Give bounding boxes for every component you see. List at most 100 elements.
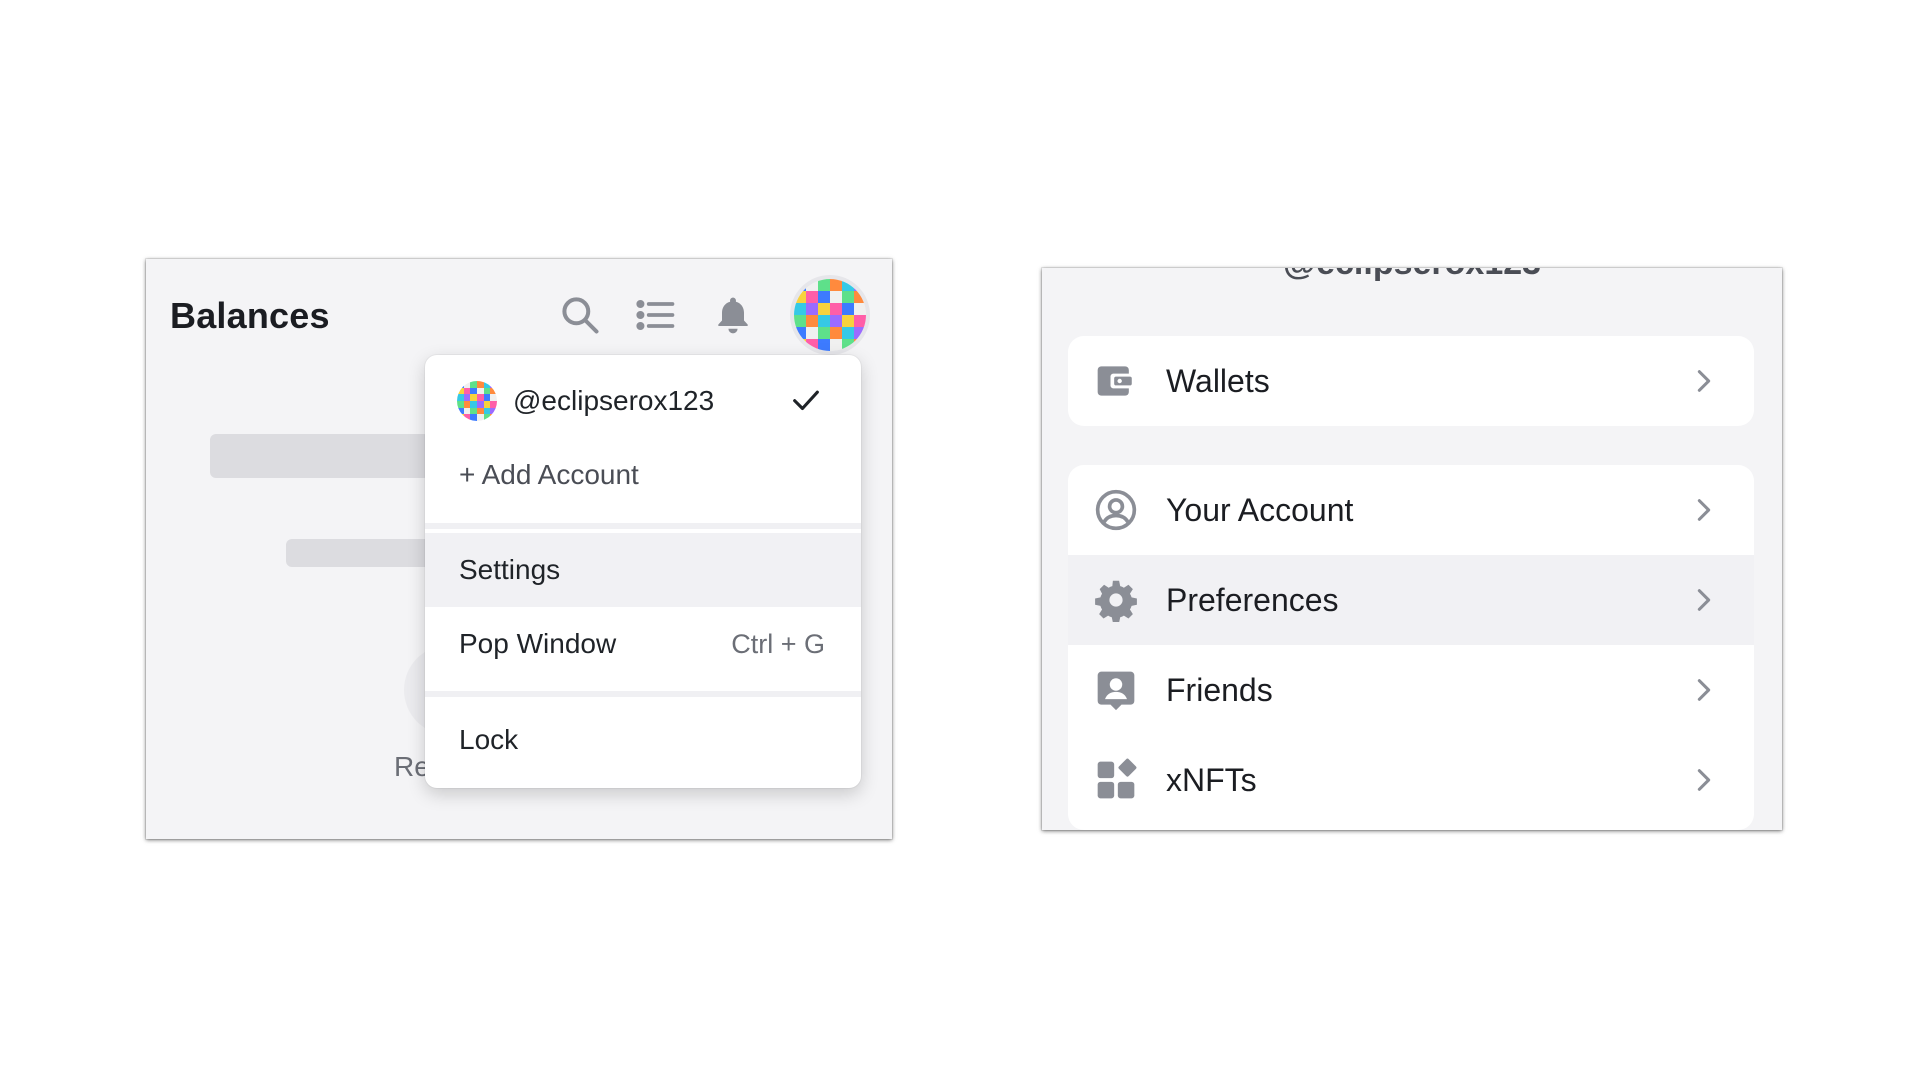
xnfts-menu-item[interactable]: xNFTs	[1068, 735, 1754, 825]
avatar-pixel	[457, 381, 464, 388]
screenshot-stage: Balances Re @eclipserox123 + Add Account…	[0, 0, 1920, 1080]
account-settings-card: Your Account Preferences Friends xNFTs	[1068, 465, 1754, 830]
chevron-right-icon	[1690, 586, 1718, 614]
add-account-label: + Add Account	[459, 459, 639, 490]
avatar-pixel	[806, 291, 818, 303]
avatar-pixel	[483, 394, 491, 401]
avatar-pixel	[830, 303, 842, 315]
xnfts-label: xNFTs	[1166, 761, 1257, 798]
page-title: Balances	[170, 295, 330, 336]
avatar-pixel	[830, 279, 842, 291]
avatar-pixel	[463, 387, 471, 395]
settings-panel: @eclipserox123 Wallets	[1042, 268, 1782, 830]
friends-menu-item[interactable]: Friends	[1068, 645, 1754, 735]
avatar-pixel	[854, 303, 866, 315]
avatar-pixel	[476, 381, 484, 388]
avatar-pixel	[818, 279, 830, 291]
bell-icon[interactable]	[711, 293, 755, 337]
avatar-pixel	[854, 291, 866, 303]
avatar-pixel	[490, 381, 497, 388]
avatar-pixel	[483, 381, 491, 388]
your-account-menu-item[interactable]: Your Account	[1068, 465, 1754, 555]
avatar-pixel	[818, 315, 830, 327]
wallets-menu-item[interactable]: Wallets	[1068, 336, 1754, 426]
avatar-pixel	[818, 339, 830, 351]
avatar-pixel	[483, 387, 491, 395]
preferences-menu-item[interactable]: Preferences	[1068, 555, 1754, 645]
avatar-pixel	[457, 394, 464, 401]
chevron-right-icon	[1690, 766, 1718, 794]
pop-window-label: Pop Window	[459, 628, 617, 659]
avatar[interactable]	[794, 279, 866, 351]
search-icon[interactable]	[558, 293, 602, 337]
wallets-label: Wallets	[1166, 362, 1270, 399]
chevron-right-icon	[1690, 367, 1718, 395]
avatar-pixel	[842, 327, 854, 339]
avatar-pixel	[830, 339, 842, 351]
avatar-pixel	[794, 291, 806, 303]
pop-window-shortcut: Ctrl + G	[731, 628, 825, 659]
avatar-pixel	[483, 407, 491, 415]
chevron-right-icon	[1690, 496, 1718, 524]
avatar-pixel	[830, 315, 842, 327]
balance-skeleton	[210, 434, 430, 478]
avatar-pixel	[806, 315, 818, 327]
avatar-pixel	[483, 400, 491, 408]
avatar-pixel	[842, 339, 854, 351]
avatar-pixel	[830, 291, 842, 303]
avatar-pixel	[490, 400, 497, 408]
avatar-pixel	[842, 303, 854, 315]
avatar-pixel	[463, 407, 471, 415]
avatar-pixel	[842, 291, 854, 303]
list-icon[interactable]	[634, 293, 678, 337]
avatar-pixel	[794, 279, 806, 291]
avatar-pixel	[818, 291, 830, 303]
your-account-label: Your Account	[1166, 491, 1354, 528]
friends-label: Friends	[1166, 671, 1273, 708]
lock-label: Lock	[459, 724, 519, 755]
balances-panel: Balances Re @eclipserox123 + Add Account…	[146, 259, 892, 839]
avatar-pixel	[483, 414, 491, 421]
avatar-pixel	[806, 303, 818, 315]
avatar-pixel	[457, 407, 464, 415]
avatar-pixel	[457, 387, 464, 395]
account-avatar	[457, 381, 497, 421]
avatar-pixel	[490, 387, 497, 395]
avatar-pixel	[806, 339, 818, 351]
avatar-pixel	[490, 414, 497, 421]
avatar-pixel	[854, 339, 866, 351]
lock-menu-item[interactable]: Lock	[425, 701, 861, 779]
avatar-pixel	[476, 407, 484, 415]
avatar-pixel	[470, 381, 477, 388]
avatar-pixel	[470, 407, 477, 415]
avatar-pixel	[463, 400, 471, 408]
avatar-pixel	[463, 381, 471, 388]
contact-icon	[1094, 668, 1138, 712]
user-circle-icon	[1094, 488, 1138, 532]
avatar-pixel	[842, 279, 854, 291]
avatar-pixel	[818, 327, 830, 339]
avatar-pixel	[463, 414, 471, 421]
avatar-pixel	[806, 327, 818, 339]
settings-menu-item[interactable]: Settings	[425, 533, 861, 607]
check-icon	[793, 390, 819, 411]
account-row[interactable]: @eclipserox123	[425, 373, 861, 429]
avatar-pixel	[470, 387, 477, 395]
avatar-pixel	[476, 394, 484, 401]
avatar-pixel	[842, 315, 854, 327]
avatar-pixel	[470, 414, 477, 421]
avatar-pixel	[476, 414, 484, 421]
avatar-pixel	[476, 400, 484, 408]
avatar-pixel	[490, 394, 497, 401]
avatar-pixel	[794, 339, 806, 351]
pop-window-menu-item[interactable]: Pop Window Ctrl + G	[425, 607, 861, 681]
apps-icon	[1094, 758, 1138, 802]
avatar-pixel	[806, 279, 818, 291]
add-account-button[interactable]: + Add Account	[425, 447, 861, 503]
avatar-pixel	[490, 407, 497, 415]
avatar-pixel	[794, 315, 806, 327]
account-dropdown: @eclipserox123 + Add Account Settings Po…	[425, 355, 861, 788]
settings-label: Settings	[459, 554, 561, 585]
avatar-pixel	[794, 303, 806, 315]
avatar-pixel	[854, 279, 866, 291]
